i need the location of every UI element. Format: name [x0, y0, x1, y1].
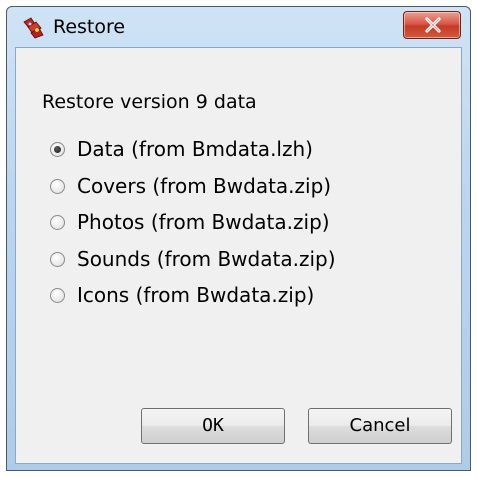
app-icon	[23, 17, 44, 39]
close-button[interactable]	[403, 11, 461, 39]
radio-label-covers: Covers (from Bwdata.zip)	[77, 174, 332, 198]
radio-button-icons[interactable]	[50, 287, 65, 303]
radio-option-icons[interactable]: Icons (from Bwdata.zip)	[50, 280, 314, 310]
close-icon	[425, 17, 441, 33]
radio-label-photos: Photos (from Bwdata.zip)	[77, 210, 330, 234]
dialog-client-area: Restore version 9 data Data (from Bmdata…	[15, 47, 462, 464]
restore-dialog-window: Restore Restore version 9 data Data (fro…	[6, 6, 471, 471]
radio-option-covers[interactable]: Covers (from Bwdata.zip)	[50, 171, 331, 201]
radio-label-icons: Icons (from Bwdata.zip)	[77, 283, 315, 307]
radio-label-sounds: Sounds (from Bwdata.zip)	[77, 247, 336, 271]
cancel-button[interactable]: Cancel	[308, 408, 452, 444]
radio-button-sounds[interactable]	[50, 251, 65, 267]
radio-label-data: Data (from Bmdata.lzh)	[77, 137, 313, 161]
dialog-heading: Restore version 9 data	[42, 91, 257, 113]
radio-button-data[interactable]	[50, 141, 65, 157]
radio-option-sounds[interactable]: Sounds (from Bwdata.zip)	[50, 244, 336, 274]
title-bar[interactable]: Restore	[7, 7, 470, 47]
radio-button-photos[interactable]	[50, 214, 65, 230]
radio-button-covers[interactable]	[50, 178, 65, 194]
radio-option-photos[interactable]: Photos (from Bwdata.zip)	[50, 207, 330, 237]
window-title: Restore	[53, 16, 126, 38]
ok-button[interactable]: OK	[141, 408, 285, 444]
radio-option-data[interactable]: Data (from Bmdata.lzh)	[50, 134, 313, 164]
